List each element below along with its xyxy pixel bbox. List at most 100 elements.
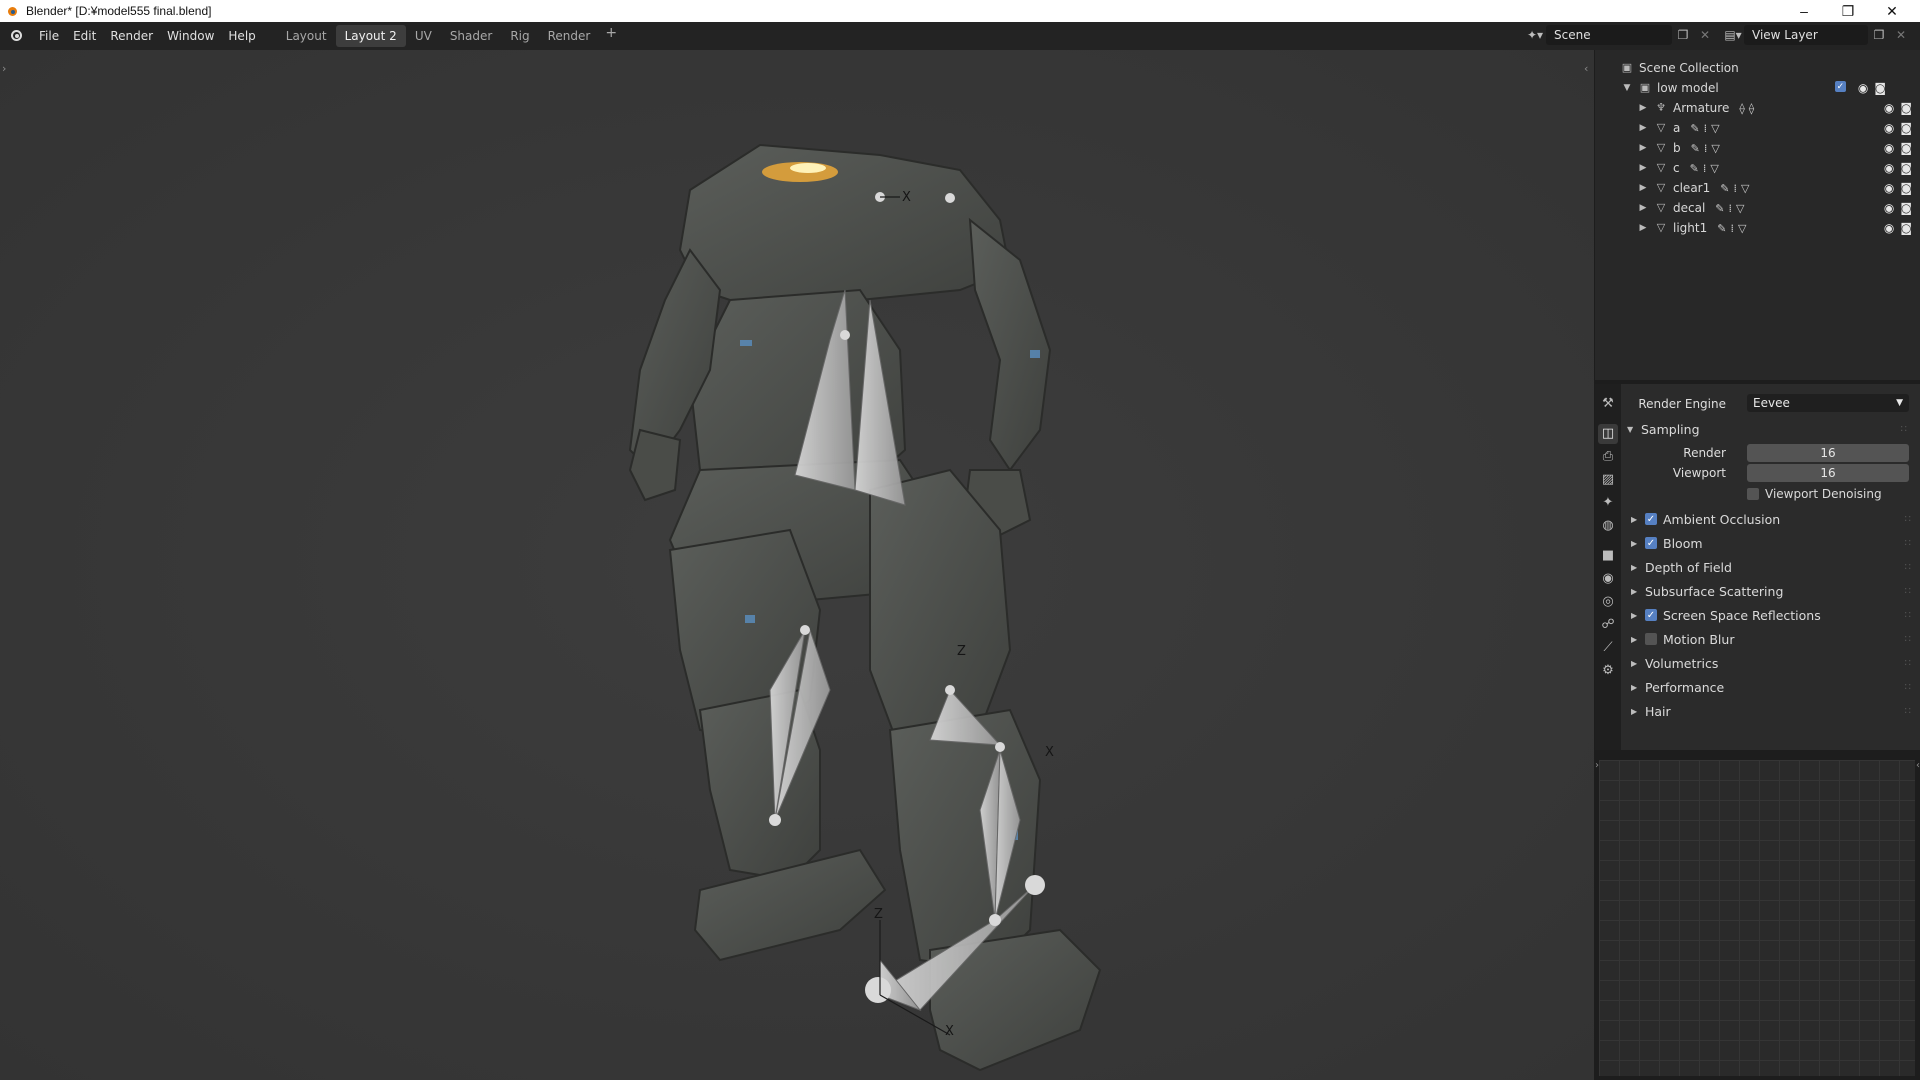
menu-file[interactable]: File: [32, 25, 66, 47]
panel-ambient-occlusion[interactable]: ▶ ✓ Ambient Occlusion ∷: [1631, 508, 1916, 530]
menu-render[interactable]: Render: [103, 25, 160, 47]
visibility-eye-icon[interactable]: ◉: [1884, 221, 1894, 235]
expand-left-icon[interactable]: ›: [1595, 760, 1599, 771]
scene-tab-icon[interactable]: ✦: [1598, 493, 1618, 513]
delete-view-layer-icon[interactable]: ✕: [1890, 25, 1912, 45]
panel-performance[interactable]: ▶ Performance ∷: [1631, 676, 1916, 698]
physics-tab-icon[interactable]: ◎: [1598, 592, 1618, 612]
mesh-data-icon[interactable]: ▽: [1738, 222, 1746, 235]
outliner-object-a[interactable]: ▶ ▽ a ✎ ⁞ ▽ ◉ ◙: [1637, 118, 1920, 138]
menu-edit[interactable]: Edit: [66, 25, 103, 47]
modifier-wrench-icon[interactable]: ✎: [1720, 182, 1729, 195]
restore-button[interactable]: ❐: [1826, 0, 1870, 22]
new-scene-icon[interactable]: ❐: [1672, 25, 1694, 45]
output-tab-icon[interactable]: ⎙: [1598, 447, 1618, 467]
outliner-object-armature[interactable]: ▶ ♆ Armature ⟠ ⟠ ◉ ◙: [1637, 98, 1920, 118]
panel-hair[interactable]: ▶ Hair ∷: [1631, 700, 1916, 722]
vertex-groups-icon[interactable]: ⁞: [1703, 162, 1707, 175]
menu-window[interactable]: Window: [160, 25, 221, 47]
add-workspace-button[interactable]: +: [599, 25, 623, 47]
view-layer-field[interactable]: View Layer: [1744, 25, 1868, 45]
drag-handle-icon[interactable]: ∷: [1905, 538, 1911, 549]
drag-handle-icon[interactable]: ∷: [1905, 514, 1911, 525]
vertex-groups-icon[interactable]: ⁞: [1733, 182, 1737, 195]
vertex-groups-icon[interactable]: ⁞: [1704, 122, 1708, 135]
tab-layout[interactable]: Layout: [277, 25, 336, 47]
render-camera-icon[interactable]: ◙: [1900, 181, 1912, 195]
drag-handle-icon[interactable]: ∷: [1905, 562, 1911, 573]
outliner-collection-low-model[interactable]: ▼ ▣ low model ✓ ◉ ◙: [1621, 78, 1920, 98]
render-tab-icon[interactable]: ◫: [1598, 424, 1618, 444]
3d-viewport[interactable]: Z X X X Z › ‹: [0, 50, 1594, 1080]
expand-toggle-icon[interactable]: ▶: [1637, 163, 1649, 173]
panel-bloom[interactable]: ▶ ✓ Bloom ∷: [1631, 532, 1916, 554]
expand-toggle-icon[interactable]: ▶: [1637, 103, 1649, 113]
expand-toggle-icon[interactable]: ▶: [1637, 183, 1649, 193]
drag-handle-icon[interactable]: ∷: [1905, 634, 1911, 645]
bone-tab-icon[interactable]: ⟋: [1598, 638, 1618, 658]
panel-enable-checkbox[interactable]: [1645, 633, 1657, 645]
scene-field[interactable]: Scene: [1546, 25, 1672, 45]
outliner-object-clear1[interactable]: ▶ ▽ clear1 ✎ ⁞ ▽ ◉ ◙: [1637, 178, 1920, 198]
viewport-denoising-checkbox[interactable]: [1747, 488, 1759, 500]
tab-uv[interactable]: UV: [406, 25, 441, 47]
tab-render[interactable]: Render: [539, 25, 600, 47]
drag-handle-icon[interactable]: ∷: [1905, 706, 1911, 717]
close-button[interactable]: ✕: [1870, 0, 1914, 22]
mesh-data-icon[interactable]: ▽: [1711, 122, 1719, 135]
panel-enable-checkbox[interactable]: ✓: [1645, 513, 1657, 525]
drag-handle-icon[interactable]: ∷: [1905, 586, 1911, 597]
visibility-eye-icon[interactable]: ◉: [1884, 121, 1894, 135]
vertex-groups-icon[interactable]: ⁞: [1729, 202, 1733, 215]
expand-toggle-icon[interactable]: ▶: [1637, 123, 1649, 133]
blender-logo-icon[interactable]: [8, 27, 26, 45]
render-camera-icon[interactable]: ◙: [1900, 201, 1912, 215]
pose-icon[interactable]: ⟠: [1749, 102, 1754, 115]
sampling-panel-header[interactable]: ▼ Sampling ∷: [1627, 418, 1912, 440]
tab-shader[interactable]: Shader: [441, 25, 502, 47]
modifier-tab-icon[interactable]: ◉: [1598, 569, 1618, 589]
panel-volumetrics[interactable]: ▶ Volumetrics ∷: [1631, 652, 1916, 674]
visibility-eye-icon[interactable]: ◉: [1884, 141, 1894, 155]
editor-grid[interactable]: [1599, 760, 1915, 1076]
visibility-eye-icon[interactable]: ◉: [1884, 201, 1894, 215]
delete-scene-icon[interactable]: ✕: [1694, 25, 1716, 45]
object-tab-icon[interactable]: ■: [1598, 546, 1618, 566]
armature-data-icon[interactable]: ⟠: [1739, 102, 1744, 115]
visibility-eye-icon[interactable]: ◉: [1884, 101, 1894, 115]
expand-toggle-icon[interactable]: ▶: [1637, 143, 1649, 153]
object-data-tab-icon[interactable]: ☍: [1598, 615, 1618, 635]
render-camera-icon[interactable]: ◙: [1874, 81, 1886, 95]
panel-screen-space-reflections[interactable]: ▶ ✓ Screen Space Reflections ∷: [1631, 604, 1916, 626]
bottom-editor[interactable]: › ‹: [1595, 754, 1920, 1080]
scene-icon[interactable]: ✦▾: [1524, 25, 1546, 45]
drag-handle-icon[interactable]: ∷: [1901, 424, 1907, 435]
modifier-wrench-icon[interactable]: ✎: [1691, 142, 1700, 155]
vertex-groups-icon[interactable]: ⁞: [1704, 142, 1708, 155]
new-view-layer-icon[interactable]: ❐: [1868, 25, 1890, 45]
outliner-object-b[interactable]: ▶ ▽ b ✎ ⁞ ▽ ◉ ◙: [1637, 138, 1920, 158]
mesh-data-icon[interactable]: ▽: [1710, 162, 1718, 175]
render-engine-dropdown[interactable]: Eevee ▼: [1747, 394, 1909, 412]
modifier-wrench-icon[interactable]: ✎: [1717, 222, 1726, 235]
expand-toggle-icon[interactable]: ▼: [1621, 83, 1633, 93]
render-camera-icon[interactable]: ◙: [1900, 101, 1912, 115]
mesh-data-icon[interactable]: ▽: [1736, 202, 1744, 215]
outliner-object-c[interactable]: ▶ ▽ c ✎ ⁞ ▽ ◉ ◙: [1637, 158, 1920, 178]
view-layer-tab-icon[interactable]: ▨: [1598, 470, 1618, 490]
modifier-wrench-icon[interactable]: ✎: [1690, 122, 1699, 135]
render-camera-icon[interactable]: ◙: [1900, 121, 1912, 135]
expand-toggle-icon[interactable]: ▶: [1637, 203, 1649, 213]
vertex-groups-icon[interactable]: ⁞: [1730, 222, 1734, 235]
viewport-samples-field[interactable]: 16: [1747, 464, 1909, 482]
render-camera-icon[interactable]: ◙: [1900, 141, 1912, 155]
tool-tab-icon[interactable]: ⚒: [1598, 394, 1618, 414]
render-samples-field[interactable]: 16: [1747, 444, 1909, 462]
constraint-tab-icon[interactable]: ⚙: [1598, 661, 1618, 681]
visibility-eye-icon[interactable]: ◉: [1884, 181, 1894, 195]
modifier-wrench-icon[interactable]: ✎: [1715, 202, 1724, 215]
tab-layout-2[interactable]: Layout 2: [335, 25, 406, 47]
drag-handle-icon[interactable]: ∷: [1905, 682, 1911, 693]
outliner-object-decal[interactable]: ▶ ▽ decal ✎ ⁞ ▽ ◉ ◙: [1637, 198, 1920, 218]
exclude-checkbox-icon[interactable]: ✓: [1834, 81, 1846, 92]
